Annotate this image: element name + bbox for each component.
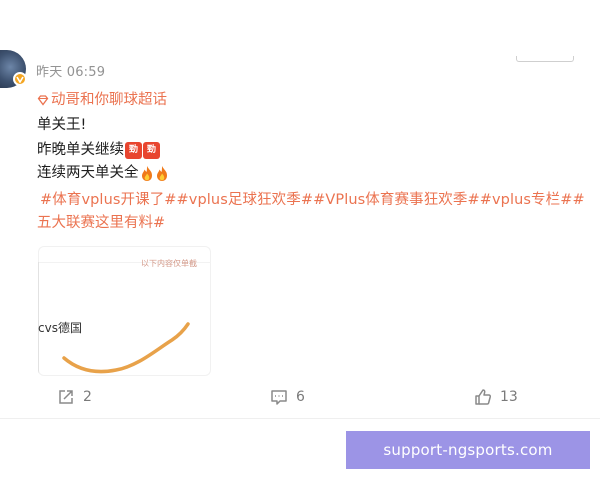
watermark: support-ngsports.com [346, 431, 590, 469]
post-line-2: 昨晚单关继续 勁 勁 [37, 140, 160, 160]
emoji-tag-2: 勁 [143, 141, 160, 159]
like-count: 13 [500, 389, 518, 405]
fire-emoji-icon [141, 165, 152, 181]
post-line-1: 单关王! [37, 117, 87, 133]
comment-count: 6 [296, 389, 305, 405]
post-time: 昨天 06:59 [36, 65, 106, 80]
post-line-2-text: 昨晚单关继续 [37, 142, 124, 158]
bottom-divider [0, 418, 600, 419]
repost-button[interactable]: 2 [57, 388, 92, 406]
repost-count: 2 [83, 389, 92, 405]
emoji-tag-1: 勁 [125, 141, 142, 159]
thumbnail-curve [62, 322, 190, 374]
verified-badge-icon [13, 72, 27, 86]
follow-button[interactable] [516, 56, 574, 62]
hashtag-links-line-1[interactable]: #体育vplus开课了##vplus足球狂欢季##VPlus体育赛事狂欢季##v… [40, 190, 585, 210]
repost-icon [59, 390, 73, 404]
thumbs-up-icon [475, 389, 492, 405]
supertopic-diamond-icon [37, 95, 49, 106]
like-button[interactable]: 13 [474, 388, 518, 406]
action-bar: 2 6 13 [0, 380, 600, 416]
post-line-3: 连续两天单关全 [37, 163, 169, 183]
top-area [0, 0, 600, 44]
supertopic-link[interactable]: 动哥和你聊球超话 [37, 90, 167, 110]
supertopic-label: 动哥和你聊球超话 [51, 92, 167, 108]
fire-emoji-icon [156, 165, 167, 181]
image-thumbnail[interactable]: 以下内容仅单截 cvs德国 [38, 246, 211, 376]
comment-button[interactable]: 6 [270, 388, 305, 406]
hashtag-links-line-2[interactable]: 五大联赛这里有料# [37, 213, 165, 233]
post-line-3-text: 连续两天单关全 [37, 165, 139, 181]
comment-icon [271, 390, 287, 405]
